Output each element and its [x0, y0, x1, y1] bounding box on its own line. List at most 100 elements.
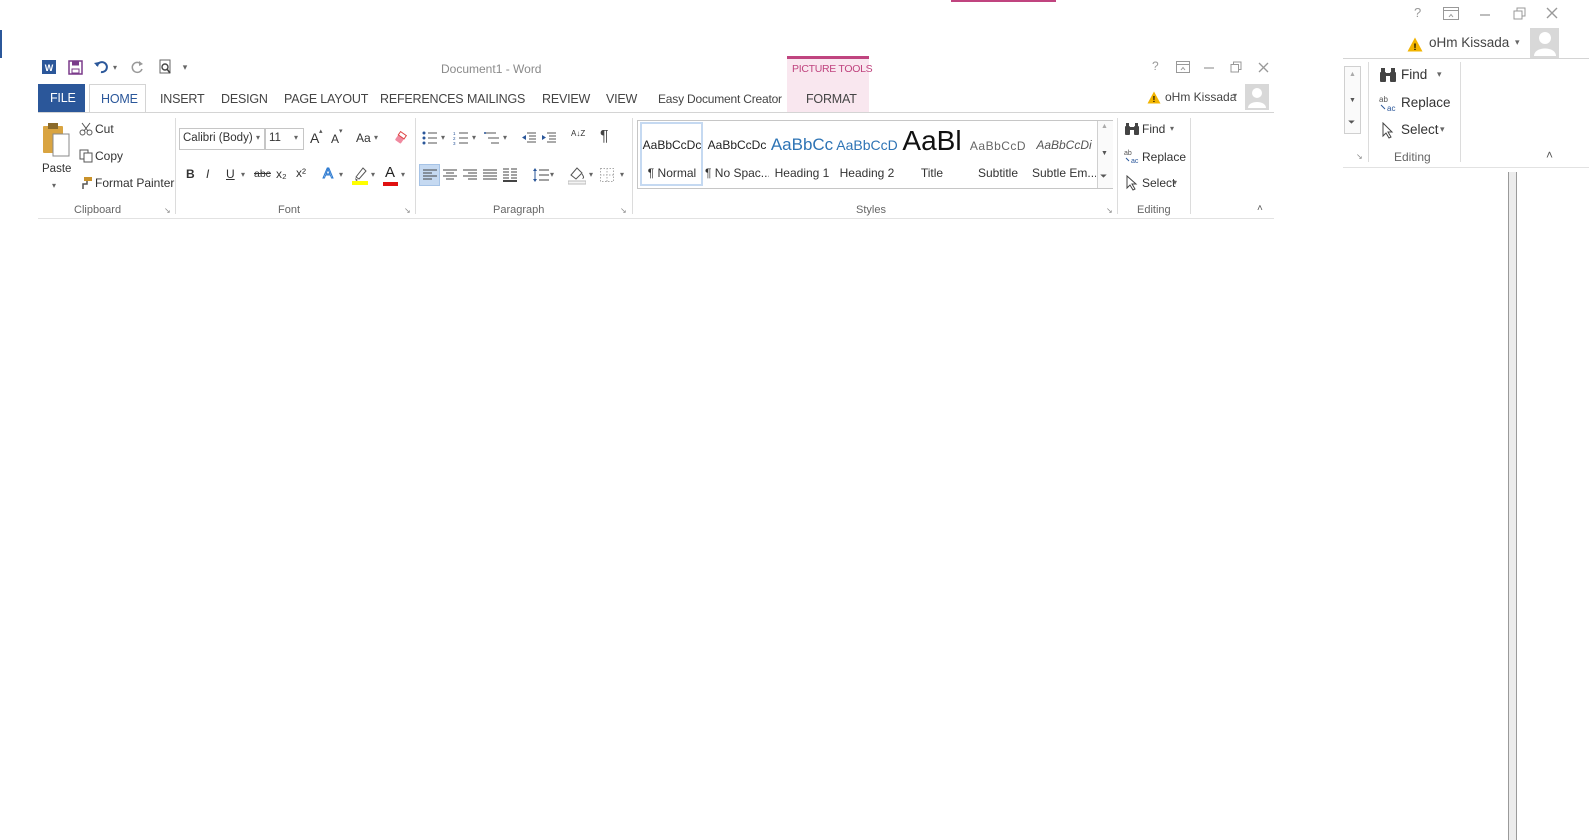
- bullets-icon[interactable]: [421, 129, 439, 147]
- tab-design[interactable]: DESIGN: [221, 86, 268, 112]
- highlight-icon[interactable]: [351, 164, 369, 186]
- underline-dropdown-icon[interactable]: ▾: [241, 170, 245, 179]
- subscript-button[interactable]: x₂: [276, 167, 287, 181]
- paste-button[interactable]: Paste: [42, 163, 71, 175]
- styles-scroll-up-icon[interactable]: ▲: [1101, 123, 1108, 130]
- bg-vertical-scrollbar[interactable]: [1508, 172, 1517, 840]
- bg-help-button[interactable]: ?: [1414, 5, 1421, 20]
- undo-dropdown-icon[interactable]: ▾: [110, 60, 120, 74]
- bg-collapse-ribbon-icon[interactable]: ˄: [1546, 148, 1553, 162]
- style-subtitle[interactable]: AaBbCcD Subtitle: [966, 122, 1030, 186]
- tab-easy-document-creator[interactable]: Easy Document Creator: [658, 86, 782, 112]
- restore-icon[interactable]: [1227, 58, 1245, 76]
- paste-icon[interactable]: [40, 120, 72, 160]
- bg-styles-more-icon[interactable]: ⏷: [1348, 117, 1355, 128]
- numbering-icon[interactable]: 123: [452, 129, 470, 147]
- font-name-dropdown-icon[interactable]: ▾: [256, 133, 260, 142]
- save-icon[interactable]: [66, 58, 84, 76]
- borders-icon[interactable]: [598, 166, 616, 184]
- collapse-ribbon-icon[interactable]: ˄: [1257, 203, 1263, 214]
- change-case-button[interactable]: Aa: [356, 131, 371, 145]
- replace-button[interactable]: Replace: [1142, 150, 1186, 164]
- line-spacing-dropdown-icon[interactable]: ▾: [550, 170, 554, 179]
- copy-button[interactable]: Copy: [95, 149, 123, 163]
- sort-button[interactable]: A↓Z: [571, 129, 585, 138]
- style-no-spacing[interactable]: AaBbCcDc ¶ No Spac...: [705, 122, 769, 186]
- highlight-dropdown-icon[interactable]: ▾: [371, 170, 375, 179]
- format-painter-icon[interactable]: [78, 175, 94, 191]
- bg-find-dropdown-icon[interactable]: ▾: [1437, 69, 1442, 80]
- align-center-icon[interactable]: [441, 166, 459, 184]
- tab-format[interactable]: FORMAT: [806, 86, 857, 112]
- bg-user-name[interactable]: oHm Kissada: [1429, 35, 1509, 50]
- columns-icon[interactable]: [501, 166, 519, 184]
- customize-qat-icon[interactable]: ▾: [178, 60, 192, 74]
- bg-styles-scroll-down-icon[interactable]: ▼: [1349, 97, 1356, 104]
- copy-icon[interactable]: [78, 148, 94, 164]
- numbering-dropdown-icon[interactable]: ▾: [472, 133, 476, 142]
- bg-styles-dialog-launcher-icon[interactable]: ↘: [1356, 152, 1363, 161]
- shading-icon[interactable]: [567, 164, 587, 186]
- bg-select-icon[interactable]: [1379, 120, 1397, 140]
- shrink-font-button[interactable]: A: [331, 132, 339, 146]
- bg-minimize-icon[interactable]: [1476, 4, 1494, 22]
- bg-close-icon[interactable]: [1543, 4, 1561, 22]
- bg-ribbon-display-options-icon[interactable]: [1441, 4, 1461, 22]
- undo-icon[interactable]: [92, 58, 110, 76]
- bg-select-button[interactable]: Select: [1401, 122, 1439, 137]
- align-right-icon[interactable]: [461, 166, 479, 184]
- close-icon[interactable]: [1254, 58, 1272, 76]
- multilevel-list-icon[interactable]: [483, 129, 501, 147]
- text-effects-button[interactable]: A: [322, 165, 333, 183]
- bg-restore-icon[interactable]: [1510, 4, 1528, 22]
- clear-formatting-icon[interactable]: [392, 129, 410, 147]
- borders-dropdown-icon[interactable]: ▾: [620, 170, 624, 179]
- print-preview-icon[interactable]: [156, 58, 174, 76]
- bg-avatar[interactable]: [1530, 28, 1559, 58]
- bg-find-button[interactable]: Find: [1401, 67, 1427, 82]
- select-icon[interactable]: [1123, 174, 1141, 192]
- show-formatting-marks-button[interactable]: ¶: [600, 128, 609, 146]
- bg-replace-icon[interactable]: ab ac: [1378, 93, 1398, 113]
- bg-replace-button[interactable]: Replace: [1401, 95, 1451, 110]
- redo-icon[interactable]: [128, 58, 146, 76]
- text-effects-dropdown-icon[interactable]: ▾: [339, 170, 343, 179]
- increase-indent-icon[interactable]: [540, 129, 558, 147]
- avatar[interactable]: [1245, 84, 1269, 110]
- font-size-dropdown-icon[interactable]: ▾: [294, 133, 298, 142]
- change-case-dropdown-icon[interactable]: ▾: [374, 133, 378, 142]
- superscript-button[interactable]: x²: [296, 166, 306, 180]
- styles-more-icon[interactable]: ⏷: [1100, 171, 1107, 182]
- bullets-dropdown-icon[interactable]: ▾: [441, 133, 445, 142]
- bold-button[interactable]: B: [186, 167, 195, 181]
- tab-page-layout[interactable]: PAGE LAYOUT: [284, 86, 368, 112]
- font-dialog-launcher-icon[interactable]: ↘: [404, 206, 411, 215]
- paste-dropdown-icon[interactable]: ▾: [52, 181, 56, 190]
- minimize-icon[interactable]: [1200, 58, 1218, 76]
- bg-user-menu-chevron-icon[interactable]: ▾: [1515, 37, 1520, 48]
- tab-insert[interactable]: INSERT: [160, 86, 205, 112]
- select-button[interactable]: Select: [1142, 176, 1175, 190]
- help-button[interactable]: ?: [1152, 59, 1159, 73]
- styles-scroll-down-icon[interactable]: ▼: [1101, 150, 1108, 157]
- tab-mailings[interactable]: MAILINGS: [467, 86, 525, 112]
- paragraph-dialog-launcher-icon[interactable]: ↘: [620, 206, 627, 215]
- style-subtle-emphasis[interactable]: AaBbCcDi Subtle Em...: [1032, 122, 1096, 186]
- style-normal[interactable]: AaBbCcDc ¶ Normal: [640, 122, 704, 186]
- grow-font-button[interactable]: A: [310, 130, 319, 146]
- format-painter-button[interactable]: Format Painter: [95, 176, 174, 190]
- justify-icon[interactable]: [481, 166, 499, 184]
- find-button[interactable]: Find: [1142, 122, 1165, 136]
- underline-button[interactable]: U: [226, 167, 235, 181]
- find-dropdown-icon[interactable]: ▾: [1170, 124, 1174, 133]
- select-dropdown-icon[interactable]: ▾: [1173, 178, 1177, 187]
- italic-button[interactable]: I: [206, 167, 209, 181]
- user-name[interactable]: oHm Kissada: [1165, 90, 1236, 104]
- user-menu-chevron-icon[interactable]: ▾: [1233, 91, 1237, 100]
- style-title[interactable]: AaBl Title: [900, 122, 964, 186]
- line-spacing-icon[interactable]: [532, 166, 550, 184]
- style-heading-2[interactable]: AaBbCcD Heading 2: [835, 122, 899, 186]
- styles-dialog-launcher-icon[interactable]: ↘: [1106, 206, 1113, 215]
- tab-review[interactable]: REVIEW: [542, 86, 590, 112]
- replace-icon[interactable]: ab ac: [1123, 147, 1141, 165]
